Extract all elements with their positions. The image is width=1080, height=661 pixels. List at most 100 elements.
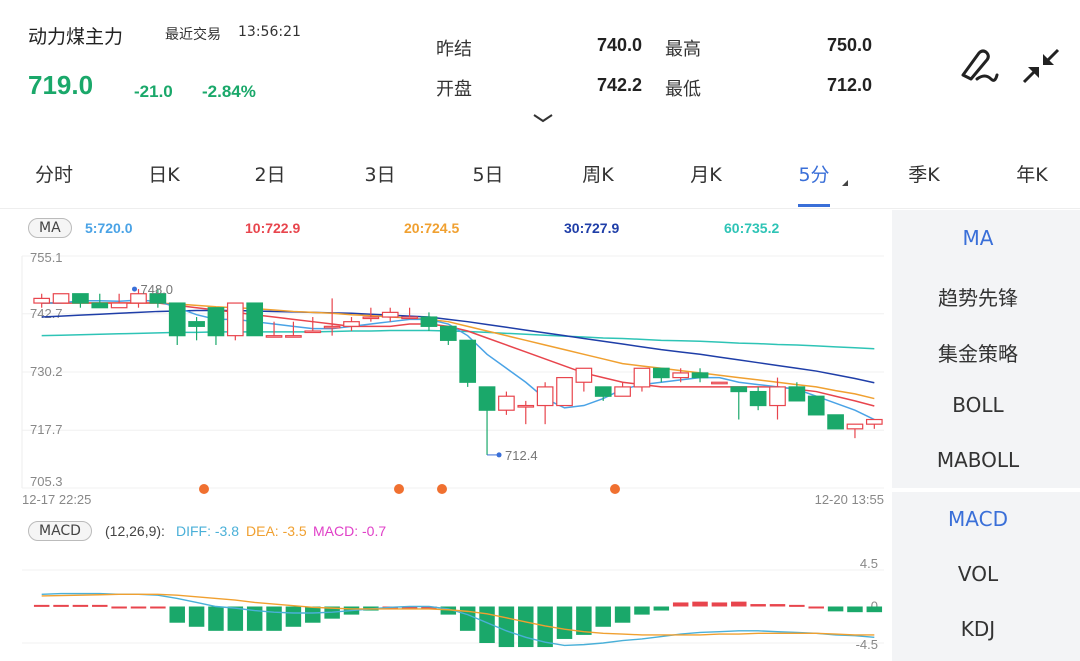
candle-body xyxy=(614,386,631,397)
macd-bar xyxy=(33,604,50,607)
candle-body xyxy=(652,367,670,379)
macd-bar xyxy=(750,604,766,607)
collapse-arrows-icon[interactable] xyxy=(1020,46,1062,86)
macd-bar xyxy=(208,606,224,631)
tab-3[interactable]: 3日 xyxy=(340,160,420,187)
macd-bar xyxy=(130,606,147,609)
candle-body xyxy=(769,386,786,407)
candle-body xyxy=(33,297,51,304)
candle-body xyxy=(343,321,360,327)
candle-body xyxy=(381,311,399,318)
low-value: 712.0 xyxy=(826,75,872,95)
active-tab-underline xyxy=(798,204,830,207)
tab-6[interactable]: 月K xyxy=(666,160,746,187)
contract-name: 动力煤主力 xyxy=(28,26,124,48)
macd-bar xyxy=(72,604,89,607)
y-tick-label: 742.7 xyxy=(30,306,63,321)
dea-line xyxy=(41,593,875,636)
tab-4[interactable]: 5日 xyxy=(448,160,528,187)
kline-chart[interactable]: 755.1 742.7 730.2 717.7 705.3 12-17 22:25 12-2… xyxy=(0,240,892,661)
candle-body xyxy=(691,372,709,379)
tab-1[interactable]: 日K xyxy=(124,160,204,187)
macd-bar xyxy=(169,606,185,623)
macd-bar xyxy=(498,606,515,648)
candle-body xyxy=(478,386,496,411)
price-change: -21.0 xyxy=(134,82,173,101)
candle-body xyxy=(207,307,225,337)
candle-body xyxy=(788,386,806,402)
candle-body xyxy=(865,418,883,425)
ma60-line xyxy=(41,329,875,350)
ma5-value: 5:720.0 xyxy=(85,220,133,236)
tab-8[interactable]: 季K xyxy=(884,160,964,187)
tab-5[interactable]: 周K xyxy=(558,160,638,187)
tab-dropdown-icon[interactable] xyxy=(838,180,848,186)
macd-bar xyxy=(556,606,573,639)
event-marker xyxy=(394,484,404,494)
macd-bar xyxy=(653,606,670,611)
tab-0[interactable]: 分时 xyxy=(14,160,94,187)
low-label: 最低 xyxy=(665,79,701,100)
indicator-3[interactable]: BOLL xyxy=(892,393,1064,417)
ma60-value: 60:735.2 xyxy=(724,220,780,236)
candle-body xyxy=(846,423,864,430)
macd-bar xyxy=(808,606,824,609)
event-marker xyxy=(610,484,620,494)
prev-settle-label: 昨结 xyxy=(436,39,472,60)
sub-indicator-1[interactable]: VOL xyxy=(892,562,1064,586)
candle-body xyxy=(285,335,302,338)
candle-body xyxy=(362,316,380,320)
ma-badge[interactable]: MA xyxy=(28,218,72,238)
candle-body xyxy=(711,381,728,385)
macd-bar xyxy=(769,604,786,607)
y-tick-label: 717.7 xyxy=(30,422,63,437)
indicator-2[interactable]: 集金策略 xyxy=(892,338,1064,367)
candle-body xyxy=(517,404,535,408)
candle-body xyxy=(323,325,341,329)
macd-bar xyxy=(266,606,282,631)
y-tick-label: 705.3 xyxy=(30,474,63,489)
tab-9[interactable]: 年K xyxy=(992,160,1072,187)
indicator-4[interactable]: MABOLL xyxy=(892,448,1064,472)
event-marker xyxy=(437,484,447,494)
candle-body xyxy=(72,293,89,304)
draw-pen-icon[interactable] xyxy=(955,45,999,85)
candle-body xyxy=(420,316,438,327)
sub-indicator-2[interactable]: KDJ xyxy=(892,617,1064,641)
candle-body xyxy=(498,395,515,411)
macd-bar xyxy=(614,606,631,623)
macd-bar xyxy=(188,606,205,627)
candle-body xyxy=(672,372,690,379)
expand-chevron-icon[interactable] xyxy=(532,112,554,124)
ma5-line xyxy=(41,299,875,421)
macd-bar xyxy=(789,604,805,607)
macd-bar xyxy=(672,602,689,607)
diff-line xyxy=(41,592,875,647)
candle-body xyxy=(110,302,128,309)
y-tick-label: 730.2 xyxy=(30,364,63,379)
x-start-label: 12-17 22:25 xyxy=(22,492,91,507)
last-trade-time: 13:56:21 xyxy=(238,24,301,40)
prev-settle-value: 740.0 xyxy=(596,35,642,55)
macd-bar xyxy=(847,606,863,613)
price-change-pct: -2.84% xyxy=(202,82,256,101)
macd-tick-label: 4.5 xyxy=(860,556,878,571)
high-value: 750.0 xyxy=(826,35,872,55)
macd-bar xyxy=(285,606,302,627)
candle-body xyxy=(536,386,554,407)
open-value: 742.2 xyxy=(596,75,642,95)
max-marker xyxy=(132,286,137,292)
indicator-0[interactable]: MA xyxy=(892,226,1064,250)
macd-bar xyxy=(711,602,728,607)
candle-body xyxy=(401,316,418,320)
candle-body xyxy=(439,325,457,341)
tab-2[interactable]: 2日 xyxy=(230,160,310,187)
macd-bar xyxy=(827,606,844,612)
candle-body xyxy=(188,321,205,327)
macd-bar xyxy=(692,601,708,607)
max-label: 748.0 xyxy=(141,282,174,297)
indicator-1[interactable]: 趋势先锋 xyxy=(892,282,1064,311)
candle-body xyxy=(633,367,651,388)
sub-indicator-0[interactable]: MACD xyxy=(892,507,1064,531)
candle-body xyxy=(749,390,767,407)
